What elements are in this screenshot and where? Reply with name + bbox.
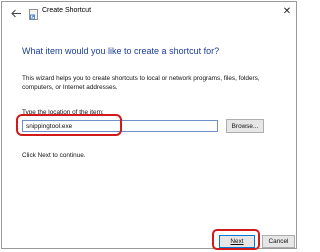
close-button[interactable]: ✕ (280, 5, 294, 19)
window-title: Create Shortcut (42, 7, 92, 14)
cancel-button[interactable]: Cancel (262, 235, 295, 248)
page-heading: What item would you like to create a sho… (22, 46, 220, 56)
location-label: Type the location of the item: (22, 109, 104, 116)
next-label: Next (230, 238, 244, 245)
back-arrow-glyph (10, 9, 21, 17)
browse-button[interactable]: Browse... (226, 119, 264, 133)
create-shortcut-dialog: Create Shortcut ✕ What item would you li… (1, 1, 297, 250)
back-arrow-icon[interactable] (10, 7, 22, 19)
continue-hint: Click Next to continue. (22, 152, 86, 159)
shortcut-icon-glyph (29, 9, 38, 20)
close-icon: ✕ (282, 6, 292, 17)
shortcut-icon (29, 7, 38, 20)
next-button[interactable]: Next (219, 235, 255, 248)
title-bar: Create Shortcut ✕ (2, 2, 296, 24)
location-input[interactable] (22, 120, 218, 132)
wizard-description: This wizard helps you to create shortcut… (22, 75, 260, 91)
